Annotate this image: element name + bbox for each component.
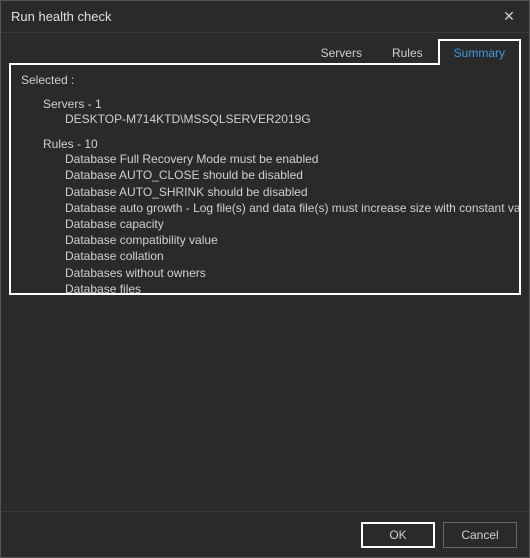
ok-button[interactable]: OK (361, 522, 435, 548)
summary-panel: Selected : Servers - 1 DESKTOP-M714KTD\M… (9, 63, 521, 295)
tab-servers[interactable]: Servers (306, 39, 377, 65)
servers-header: Servers - 1 (43, 97, 509, 111)
tabbar: Servers Rules Summary (9, 39, 521, 65)
list-item: Database capacity (65, 216, 509, 232)
rules-header: Rules - 10 (43, 137, 509, 151)
selected-label: Selected : (21, 73, 509, 87)
list-item: Database AUTO_SHRINK should be disabled (65, 184, 509, 200)
list-item: Database auto growth - Log file(s) and d… (65, 200, 509, 216)
dialog-window: Run health check ✕ Servers Rules Summary… (0, 0, 530, 558)
window-title: Run health check (11, 9, 111, 24)
close-button[interactable]: ✕ (495, 5, 523, 29)
list-item: Databases without owners (65, 265, 509, 281)
list-item: Database AUTO_CLOSE should be disabled (65, 167, 509, 183)
list-item: DESKTOP-M714KTD\MSSQLSERVER2019G (65, 111, 509, 127)
close-icon: ✕ (503, 8, 515, 25)
servers-list: DESKTOP-M714KTD\MSSQLSERVER2019G (65, 111, 509, 127)
titlebar: Run health check ✕ (1, 1, 529, 33)
spacer (9, 295, 521, 511)
list-item: Database compatibility value (65, 232, 509, 248)
list-item: Database collation (65, 248, 509, 264)
dialog-footer: OK Cancel (1, 511, 529, 557)
rules-list: Database Full Recovery Mode must be enab… (65, 151, 509, 295)
tab-rules[interactable]: Rules (377, 39, 438, 65)
tab-summary[interactable]: Summary (438, 39, 521, 65)
list-item: Database Full Recovery Mode must be enab… (65, 151, 509, 167)
content-area: Servers Rules Summary Selected : Servers… (1, 33, 529, 511)
list-item: Database files (65, 281, 509, 295)
cancel-button[interactable]: Cancel (443, 522, 517, 548)
